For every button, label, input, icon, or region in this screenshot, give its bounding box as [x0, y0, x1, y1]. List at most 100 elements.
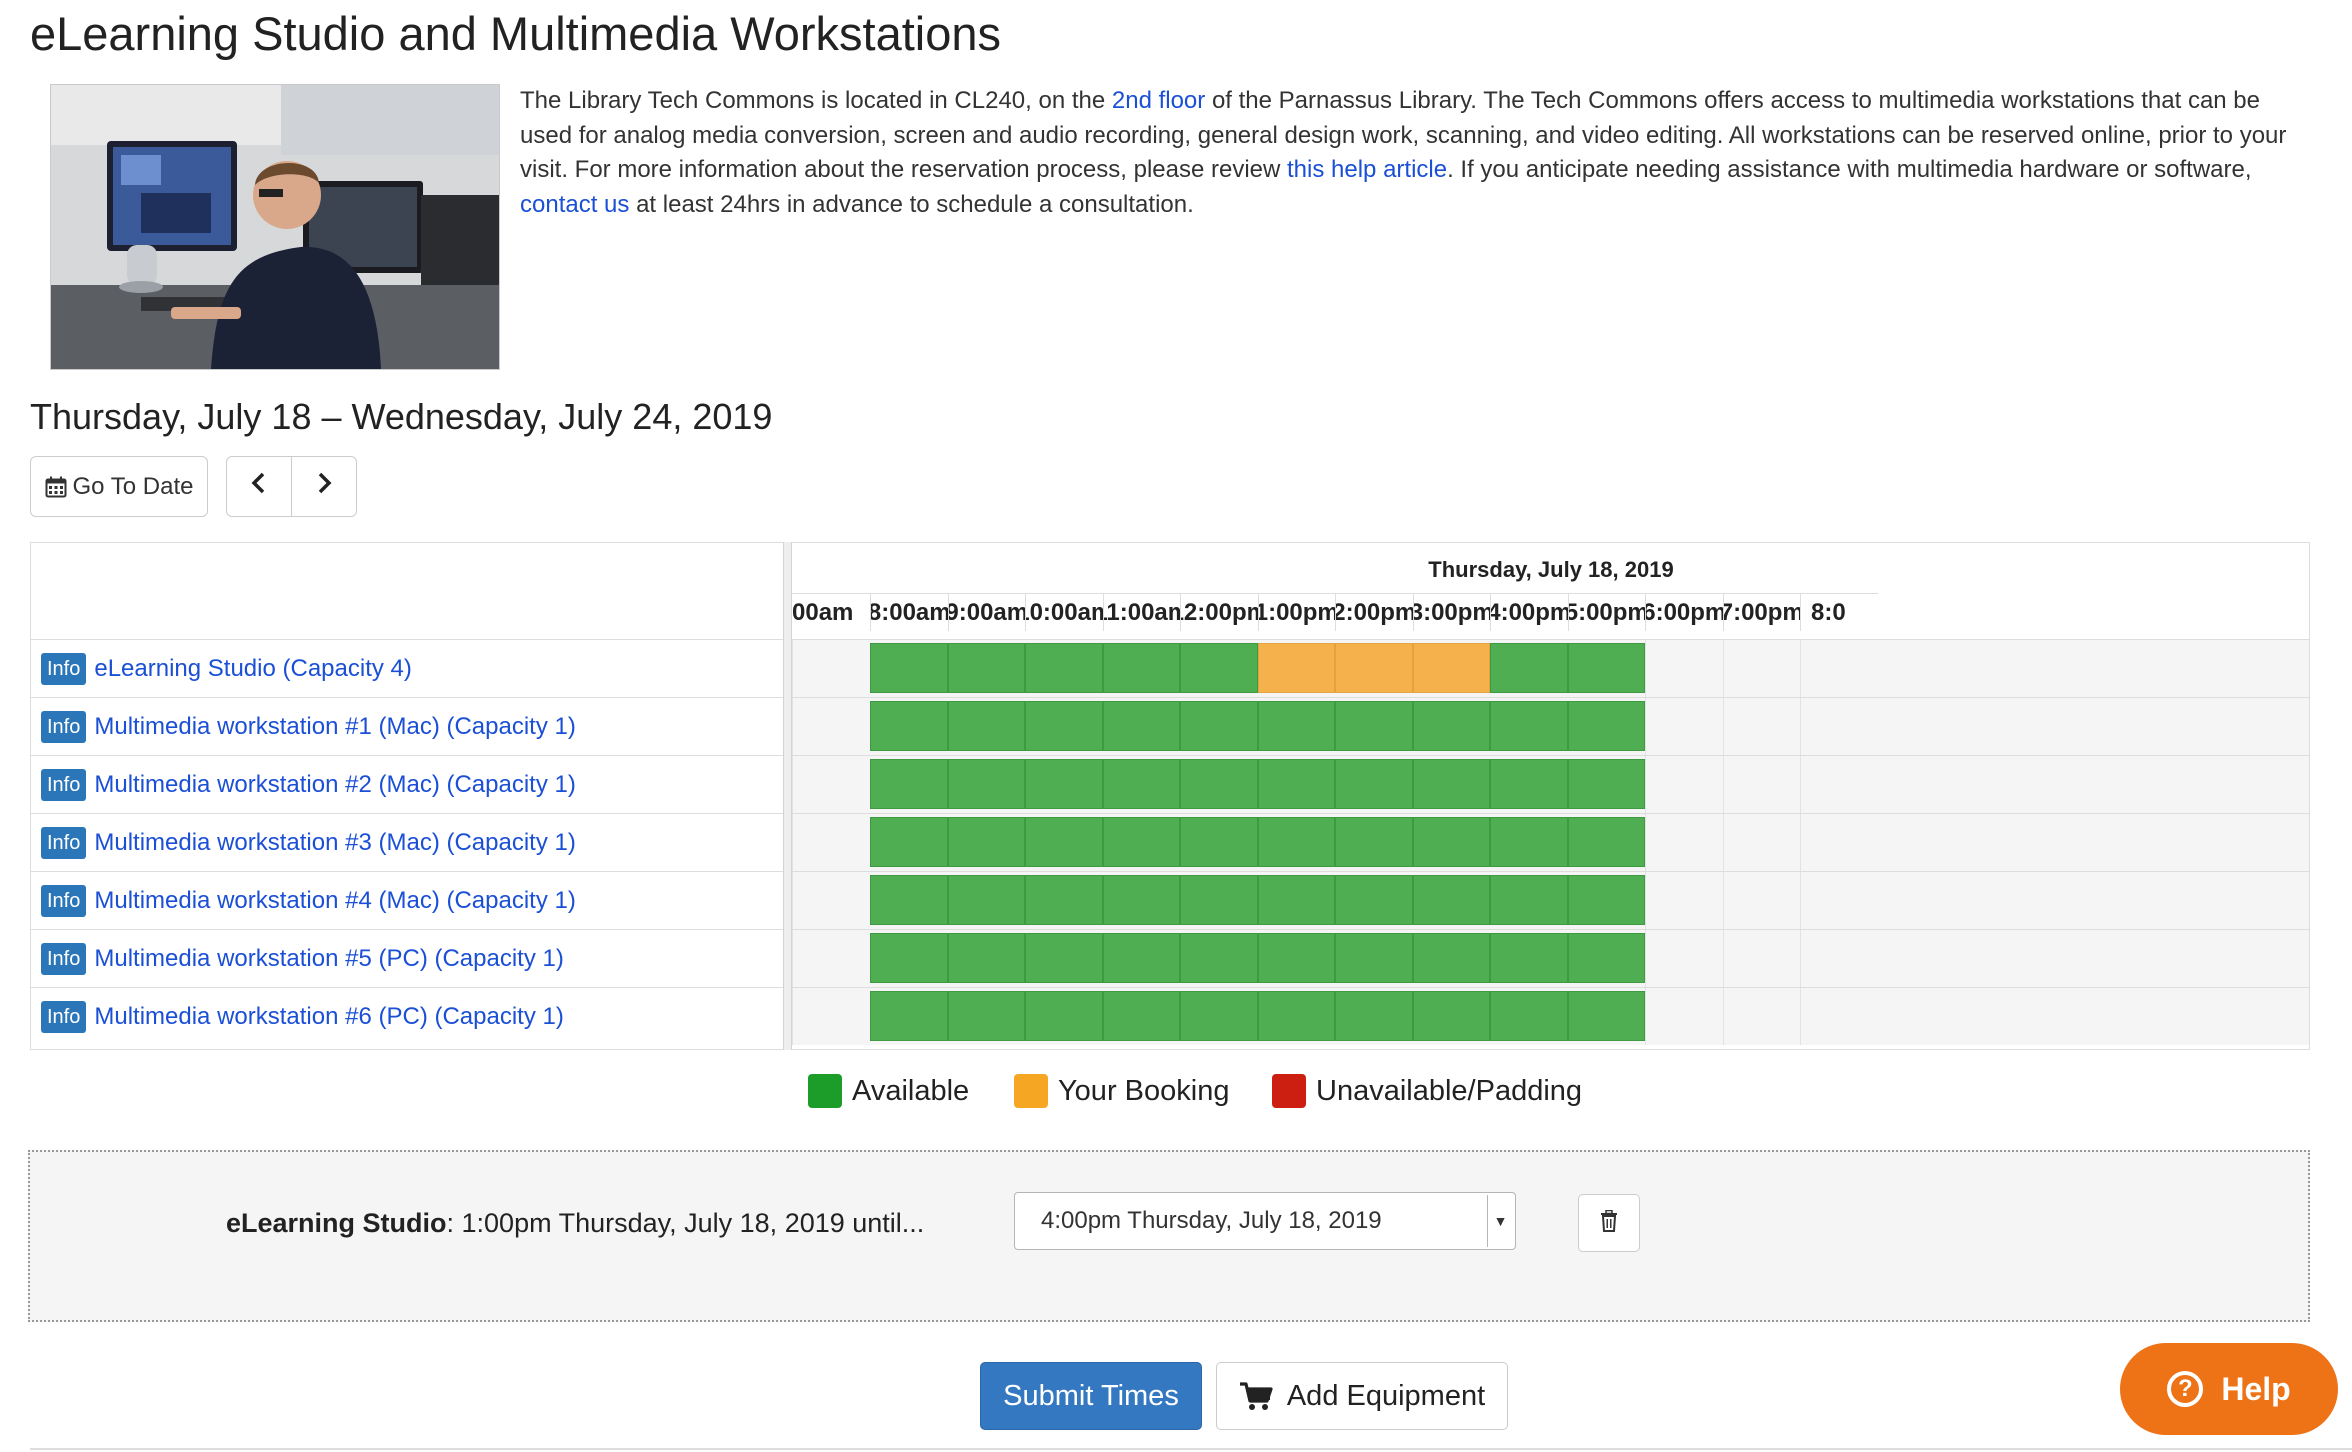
slot-available[interactable]: [870, 643, 948, 693]
slot-available[interactable]: [1257, 991, 1335, 1041]
slot-available[interactable]: [870, 759, 948, 809]
help-button[interactable]: ? Help: [2120, 1343, 2338, 1435]
slot-available[interactable]: [1567, 875, 1645, 925]
slot-available[interactable]: [1102, 701, 1180, 751]
slot-available[interactable]: [1180, 701, 1258, 751]
slot-available[interactable]: [1567, 991, 1645, 1041]
previous-button[interactable]: [226, 456, 292, 517]
slot-available[interactable]: [1180, 875, 1258, 925]
slot-available[interactable]: [1335, 875, 1413, 925]
slot-available[interactable]: [1025, 701, 1103, 751]
slot-available[interactable]: [947, 991, 1025, 1041]
slot-available[interactable]: [1025, 875, 1103, 925]
slot-booked[interactable]: [1257, 643, 1335, 693]
slot-available[interactable]: [1025, 991, 1103, 1041]
slot-available[interactable]: [1567, 759, 1645, 809]
trash-icon: [1600, 1209, 1618, 1237]
slot-available[interactable]: [1180, 817, 1258, 867]
slot-available[interactable]: [870, 875, 948, 925]
slot-available[interactable]: [1567, 643, 1645, 693]
slot-available[interactable]: [1567, 933, 1645, 983]
slot-available[interactable]: [1102, 817, 1180, 867]
slot-available[interactable]: [1490, 817, 1568, 867]
resource-name-link[interactable]: Multimedia workstation #3 (Mac) (Capacit…: [94, 829, 576, 857]
end-time-select[interactable]: 4:00pm Thursday, July 18, 2019 ▼: [1014, 1192, 1516, 1250]
resource-name-link[interactable]: eLearning Studio (Capacity 4): [94, 655, 412, 683]
resource-name-link[interactable]: Multimedia workstation #1 (Mac) (Capacit…: [94, 713, 576, 741]
slot-available[interactable]: [1102, 759, 1180, 809]
info-button[interactable]: Info: [41, 884, 87, 917]
slot-available[interactable]: [1490, 701, 1568, 751]
slot-available[interactable]: [1490, 991, 1568, 1041]
slot-available[interactable]: [1025, 759, 1103, 809]
slot-available[interactable]: [947, 817, 1025, 867]
slot-available[interactable]: [1257, 817, 1335, 867]
slot-available[interactable]: [1567, 817, 1645, 867]
slot-available[interactable]: [1102, 991, 1180, 1041]
resource-name-link[interactable]: Multimedia workstation #5 (PC) (Capacity…: [94, 945, 564, 973]
info-button[interactable]: Info: [41, 710, 87, 743]
go-to-date-button[interactable]: Go To Date: [30, 456, 208, 517]
next-button[interactable]: [291, 456, 357, 517]
slot-available[interactable]: [1412, 991, 1490, 1041]
slot-available[interactable]: [1335, 933, 1413, 983]
slot-available[interactable]: [1025, 643, 1103, 693]
slot-available[interactable]: [870, 991, 948, 1041]
slot-available[interactable]: [870, 817, 948, 867]
slot-available[interactable]: [1102, 933, 1180, 983]
submit-times-button[interactable]: Submit Times: [980, 1362, 1202, 1430]
delete-booking-button[interactable]: [1578, 1194, 1640, 1252]
slot-empty: [1800, 930, 1878, 987]
info-button[interactable]: Info: [41, 768, 87, 801]
slot-available[interactable]: [1412, 817, 1490, 867]
slot-available[interactable]: [947, 875, 1025, 925]
slot-available[interactable]: [1412, 875, 1490, 925]
slot-available[interactable]: [1490, 643, 1568, 693]
info-button[interactable]: Info: [41, 1000, 87, 1033]
resource-name-link[interactable]: Multimedia workstation #6 (PC) (Capacity…: [94, 1003, 564, 1031]
add-equipment-button[interactable]: Add Equipment: [1216, 1362, 1508, 1430]
chevron-right-icon: [316, 472, 332, 501]
slot-available[interactable]: [1335, 759, 1413, 809]
grid-splitter[interactable]: [783, 542, 792, 1050]
slot-available[interactable]: [947, 701, 1025, 751]
slot-available[interactable]: [1180, 991, 1258, 1041]
slot-available[interactable]: [1180, 643, 1258, 693]
slot-available[interactable]: [870, 933, 948, 983]
second-floor-link[interactable]: 2nd floor: [1112, 87, 1205, 114]
slot-available[interactable]: [1102, 875, 1180, 925]
slot-available[interactable]: [1025, 817, 1103, 867]
slot-available[interactable]: [1180, 933, 1258, 983]
slot-available[interactable]: [1180, 759, 1258, 809]
slot-booked[interactable]: [1335, 643, 1413, 693]
slot-available[interactable]: [947, 759, 1025, 809]
slot-available[interactable]: [1490, 933, 1568, 983]
slot-available[interactable]: [1335, 817, 1413, 867]
slot-available[interactable]: [1490, 759, 1568, 809]
info-button[interactable]: Info: [41, 652, 87, 685]
slot-available[interactable]: [1567, 701, 1645, 751]
slot-available[interactable]: [947, 933, 1025, 983]
info-button[interactable]: Info: [41, 942, 87, 975]
legend-available: Available: [808, 1074, 969, 1108]
resource-name-link[interactable]: Multimedia workstation #4 (Mac) (Capacit…: [94, 887, 576, 915]
help-article-link[interactable]: this help article: [1287, 156, 1447, 183]
slot-available[interactable]: [1412, 701, 1490, 751]
slot-available[interactable]: [1257, 759, 1335, 809]
slot-available[interactable]: [1412, 759, 1490, 809]
slot-booked[interactable]: [1412, 643, 1490, 693]
slot-available[interactable]: [1257, 701, 1335, 751]
contact-us-link[interactable]: contact us: [520, 191, 629, 218]
slot-available[interactable]: [1257, 933, 1335, 983]
slot-available[interactable]: [1257, 875, 1335, 925]
slot-available[interactable]: [1412, 933, 1490, 983]
slot-available[interactable]: [947, 643, 1025, 693]
resource-name-link[interactable]: Multimedia workstation #2 (Mac) (Capacit…: [94, 771, 576, 799]
slot-available[interactable]: [1102, 643, 1180, 693]
slot-available[interactable]: [1335, 991, 1413, 1041]
info-button[interactable]: Info: [41, 826, 87, 859]
slot-available[interactable]: [1025, 933, 1103, 983]
slot-available[interactable]: [870, 701, 948, 751]
slot-available[interactable]: [1335, 701, 1413, 751]
slot-available[interactable]: [1490, 875, 1568, 925]
